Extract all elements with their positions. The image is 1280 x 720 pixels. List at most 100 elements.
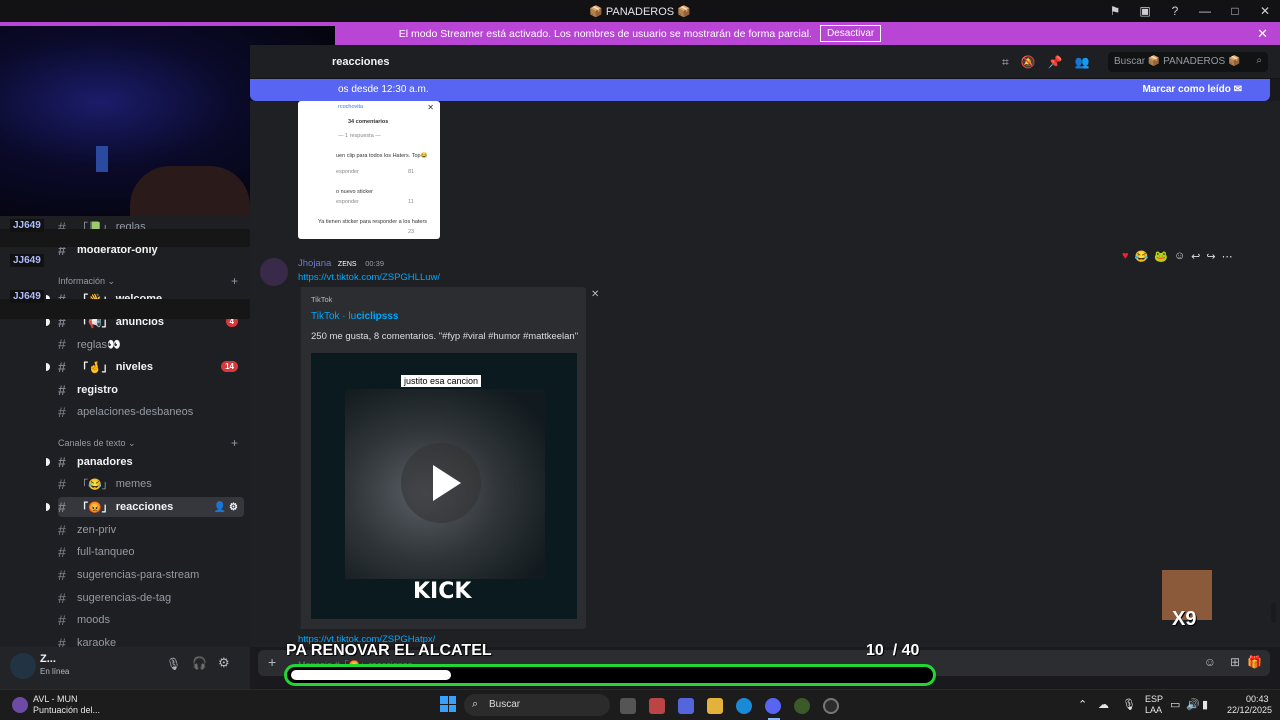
battery-icon[interactable]: ▮: [1202, 698, 1208, 711]
user-name[interactable]: Z...: [40, 653, 56, 665]
channel-name: sugerencias-de-tag: [77, 592, 172, 604]
settings-gear-icon[interactable]: ⚙: [218, 655, 230, 671]
add-attachment-icon[interactable]: +: [268, 654, 276, 670]
screenshot-likes: 11: [408, 199, 414, 205]
onedrive-icon[interactable]: ☁: [1098, 698, 1109, 711]
language-secondary[interactable]: LAA: [1145, 705, 1162, 715]
sidebar-channel-10[interactable]: # 「😡」 reacciones 👤 ⚙: [58, 497, 244, 517]
reply-icon[interactable]: ↩: [1191, 250, 1200, 263]
tray-mic-icon[interactable]: 🎙: [1122, 698, 1136, 711]
message-link[interactable]: https://vt.tiktok.com/ZSPGHLLuw/: [298, 272, 440, 283]
more-options-icon[interactable]: ⋯: [1222, 250, 1233, 263]
message-author[interactable]: Jhojana: [298, 258, 331, 269]
copilot-icon[interactable]: [678, 698, 694, 714]
inbox-flag-icon[interactable]: ⚑: [1100, 4, 1130, 18]
screenshot-count: 34 comentarios: [348, 119, 389, 125]
channel-hash-icon: #: [58, 590, 66, 606]
screenshot-line: o nuevo sticker: [336, 189, 373, 195]
sticker-reaction-icon[interactable]: 🐸: [1154, 250, 1168, 263]
user-avatar[interactable]: [10, 653, 36, 679]
channel-name: registro: [77, 384, 118, 396]
channel-hash-icon: #: [58, 522, 66, 538]
language-primary[interactable]: ESP: [1145, 694, 1163, 704]
search-icon: ⌕: [1256, 55, 1262, 66]
category-label: Información: [58, 276, 106, 286]
add-channel-icon[interactable]: +: [231, 274, 238, 288]
microphone-icon[interactable]: 🎙: [166, 657, 181, 671]
channel-settings-icon[interactable]: 👤 ⚙: [214, 502, 238, 513]
sidebar-channel-4[interactable]: # reglas👀: [58, 334, 244, 354]
sidebar-channel-6[interactable]: # registro: [58, 380, 244, 400]
start-button[interactable]: [440, 696, 456, 712]
network-icon[interactable]: ▭: [1170, 698, 1180, 711]
sidebar-channel-8[interactable]: # panadores: [58, 452, 244, 472]
emoji-reaction-icon[interactable]: 😂: [1135, 250, 1149, 263]
members-icon[interactable]: 👥: [1075, 55, 1090, 70]
taskbar-search-box[interactable]: ⌕ Buscar: [464, 694, 610, 716]
user-status: En línea: [40, 667, 70, 676]
obs-icon[interactable]: [823, 698, 839, 714]
avatar[interactable]: [260, 258, 288, 286]
clock-date[interactable]: 22/12/2025: [1227, 705, 1272, 715]
category-canales-de-texto[interactable]: Canales de texto ⌄ +: [58, 436, 244, 450]
stream-goal-progress: [284, 664, 936, 686]
play-button[interactable]: [401, 443, 481, 523]
threads-icon[interactable]: ⌗: [1002, 55, 1009, 70]
embed-close-icon[interactable]: ✕: [591, 289, 599, 300]
sidebar-channel-13[interactable]: # sugerencias-para-stream: [58, 565, 244, 585]
pinned-icon[interactable]: 📌: [1048, 55, 1063, 70]
search-input[interactable]: Buscar 📦 PANADEROS 📦 ⌕: [1108, 52, 1268, 72]
discord-app-icon[interactable]: [765, 698, 781, 714]
screenshot-line: uen clip para todos los Haters. Top😂: [336, 153, 428, 159]
weather-widget-icon[interactable]: [12, 697, 28, 713]
task-view-icon[interactable]: [620, 698, 636, 714]
new-messages-bar[interactable]: os desde 12:30 a.m. Marcar como leído ✉: [250, 79, 1270, 101]
channel-emoji-prefix: 「🤞」: [77, 362, 113, 374]
minimize-button[interactable]: —: [1190, 4, 1220, 18]
file-explorer-icon[interactable]: [707, 698, 723, 714]
sidebar-channel-15[interactable]: # moods: [58, 610, 244, 630]
inbox-icon[interactable]: ▣: [1130, 4, 1160, 18]
notifications-icon[interactable]: 🔕: [1021, 55, 1036, 70]
deactivate-button[interactable]: Desactivar: [819, 25, 882, 42]
sidebar-channel-5[interactable]: # 「🤞」 niveles 14: [58, 357, 244, 377]
sidebar-channel-9[interactable]: # 「😂」 memes: [58, 474, 244, 494]
tray-overflow-icon[interactable]: ⌃: [1078, 698, 1087, 711]
app-icon[interactable]: [794, 698, 810, 714]
search-placeholder: Buscar 📦 PANADEROS 📦: [1114, 56, 1241, 67]
category-informacion[interactable]: Información ⌄ +: [58, 274, 244, 288]
close-window-button[interactable]: ✕: [1250, 4, 1280, 18]
gift-icon[interactable]: 🎁: [1247, 655, 1262, 669]
add-reaction-icon[interactable]: ☺: [1174, 250, 1185, 262]
close-banner-icon[interactable]: ✕: [1257, 26, 1268, 42]
volume-icon[interactable]: 🔊: [1186, 698, 1200, 711]
windows-taskbar: AVL - MUN Puntuación del... ⌕ Buscar ⌃ ☁…: [0, 689, 1280, 720]
sidebar-channel-12[interactable]: # full-tanqueo: [58, 542, 244, 562]
headphones-icon[interactable]: 🎧: [192, 656, 207, 670]
channel-hash-icon: #: [58, 382, 66, 398]
help-icon[interactable]: ?: [1160, 4, 1190, 18]
mark-as-read-button[interactable]: Marcar como leído ✉: [1142, 84, 1242, 95]
embed-title[interactable]: TikTok · luciclipsss: [311, 311, 398, 322]
add-channel-icon[interactable]: +: [231, 436, 238, 450]
channel-name: niveles: [115, 361, 154, 373]
light-shape: [96, 146, 108, 172]
widget-title[interactable]: AVL - MUN: [33, 694, 78, 704]
chat-scrollbar[interactable]: [1271, 603, 1276, 623]
clock-time[interactable]: 00:43: [1246, 694, 1269, 704]
edge-browser-icon[interactable]: [736, 698, 752, 714]
channel-hash-icon: #: [58, 544, 66, 560]
embed-video[interactable]: justito esa cancion KICK: [311, 353, 577, 619]
sidebar-channel-7[interactable]: # apelaciones-desbaneos: [58, 402, 244, 422]
channel-name: full-tanqueo: [77, 546, 135, 558]
heart-reaction-icon[interactable]: ♥: [1122, 250, 1129, 262]
apps-icon[interactable]: ⊞: [1230, 655, 1240, 669]
sidebar-channel-11[interactable]: # zen-priv: [58, 520, 244, 540]
widget-subtitle[interactable]: Puntuación del...: [33, 705, 100, 715]
attached-screenshot[interactable]: rcochovita ✕ 34 comentarios — 1 respuest…: [298, 101, 440, 239]
sidebar-channel-14[interactable]: # sugerencias-de-tag: [58, 588, 244, 608]
emoji-picker-icon[interactable]: ☺: [1204, 655, 1216, 669]
store-icon[interactable]: [649, 698, 665, 714]
maximize-button[interactable]: □: [1220, 4, 1250, 18]
forward-icon[interactable]: ↪: [1206, 250, 1215, 263]
